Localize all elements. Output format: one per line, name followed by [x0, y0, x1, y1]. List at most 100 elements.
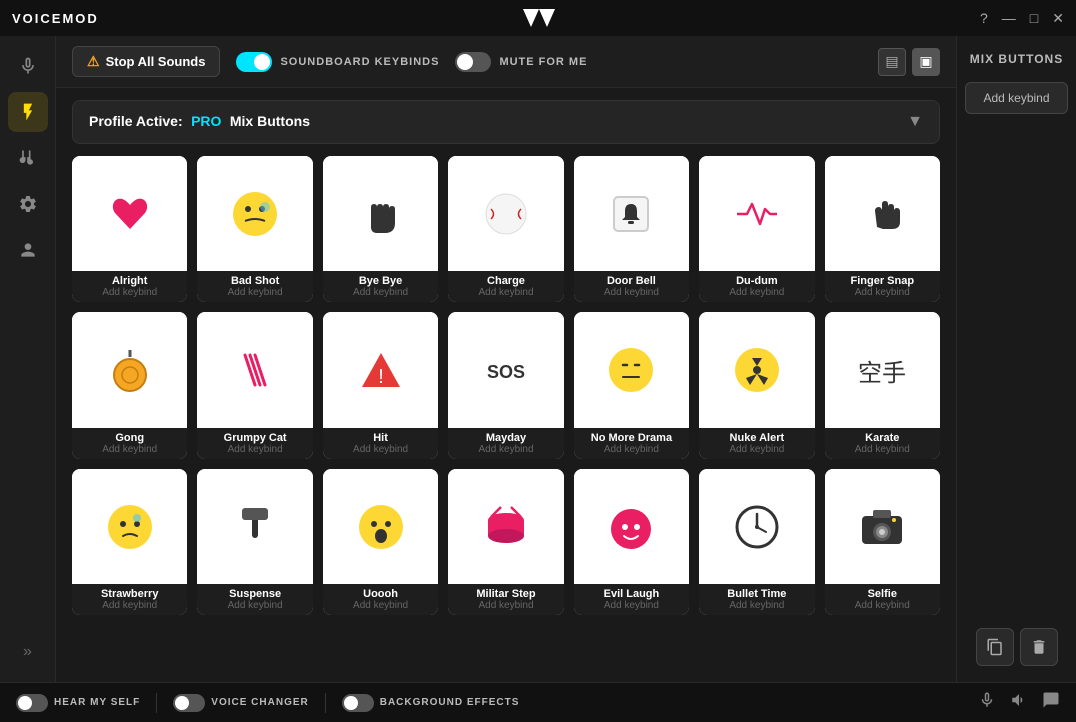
sound-card-keybind[interactable]: Add keybind	[78, 444, 181, 455]
sound-card[interactable]: Strawberry Add keybind	[72, 469, 187, 615]
sound-card[interactable]: Charge Add keybind	[448, 156, 563, 302]
sound-card[interactable]: Bad Shot Add keybind	[197, 156, 312, 302]
sound-card[interactable]: Gong Add keybind	[72, 312, 187, 458]
hear-myself-thumb	[18, 696, 32, 710]
volume-bottom-icon[interactable]	[1010, 691, 1028, 714]
sound-card-keybind[interactable]: Add keybind	[454, 600, 557, 611]
sound-card[interactable]: 空手 Karate Add keybind	[825, 312, 940, 458]
sound-card-info: Militar Step Add keybind	[448, 584, 563, 615]
sound-card-name: Selfie	[831, 588, 934, 600]
close-icon[interactable]: ✕	[1052, 10, 1064, 27]
stop-all-sounds-button[interactable]: ⚠ Stop All Sounds	[72, 46, 220, 77]
sound-card[interactable]: Alright Add keybind	[72, 156, 187, 302]
sound-card[interactable]: Grumpy Cat Add keybind	[197, 312, 312, 458]
delete-button[interactable]	[1020, 628, 1058, 666]
background-effects-label: BACKGROUND EFFECTS	[380, 697, 520, 708]
sound-card-keybind[interactable]: Add keybind	[203, 287, 306, 298]
soundboard-keybinds-toggle[interactable]	[236, 52, 272, 72]
sound-card-keybind[interactable]: Add keybind	[831, 444, 934, 455]
background-effects-group: BACKGROUND EFFECTS	[342, 694, 520, 712]
sound-card[interactable]: Uoooh Add keybind	[323, 469, 438, 615]
sound-card-name: Militar Step	[454, 588, 557, 600]
sound-card[interactable]: Suspense Add keybind	[197, 469, 312, 615]
sound-card-keybind[interactable]: Add keybind	[454, 287, 557, 298]
sound-card-keybind[interactable]: Add keybind	[705, 287, 808, 298]
sound-card[interactable]: SOS Mayday Add keybind	[448, 312, 563, 458]
title-bar: VOICEMOD ? — □ ✕	[0, 0, 1076, 36]
sound-card-name: Alright	[78, 275, 181, 287]
sound-card[interactable]: Militar Step Add keybind	[448, 469, 563, 615]
hear-myself-group: HEAR MY SELF	[16, 694, 140, 712]
view-buttons: ▤ ▣	[878, 48, 940, 76]
sound-card-keybind[interactable]: Add keybind	[203, 444, 306, 455]
maximize-icon[interactable]: □	[1030, 10, 1038, 26]
voice-changer-toggle[interactable]	[173, 694, 205, 712]
sound-card-keybind[interactable]: Add keybind	[78, 287, 181, 298]
sound-card-keybind[interactable]: Add keybind	[580, 600, 683, 611]
mute-for-me-toggle[interactable]	[455, 52, 491, 72]
minimize-icon[interactable]: —	[1002, 10, 1016, 26]
sound-card[interactable]: Door Bell Add keybind	[574, 156, 689, 302]
sound-card-name: Nuke Alert	[705, 432, 808, 444]
sound-card[interactable]: Nuke Alert Add keybind	[699, 312, 814, 458]
sound-card-info: Mayday Add keybind	[448, 428, 563, 459]
sound-card-name: Grumpy Cat	[203, 432, 306, 444]
sound-card-keybind[interactable]: Add keybind	[831, 287, 934, 298]
sound-card-info: Finger Snap Add keybind	[825, 271, 940, 302]
sound-card-keybind[interactable]: Add keybind	[580, 287, 683, 298]
main-layout: » ⚠ Stop All Sounds SOUNDBOARD KEYBINDS …	[0, 36, 1076, 682]
sound-card[interactable]: Finger Snap Add keybind	[825, 156, 940, 302]
sound-card[interactable]: Du-dum Add keybind	[699, 156, 814, 302]
sound-card-keybind[interactable]: Add keybind	[705, 600, 808, 611]
sound-card-keybind[interactable]: Add keybind	[454, 444, 557, 455]
profile-active-text: Profile Active:	[89, 113, 183, 129]
title-bar-vm-logo	[523, 9, 555, 27]
chat-bottom-icon[interactable]	[1042, 691, 1060, 714]
sound-card-name: Uoooh	[329, 588, 432, 600]
profile-bar[interactable]: Profile Active: PRO Mix Buttons ▼	[72, 100, 940, 144]
sound-card-keybind[interactable]: Add keybind	[78, 600, 181, 611]
list-view-button[interactable]: ▣	[912, 48, 940, 76]
voice-changer-group: VOICE CHANGER	[173, 694, 308, 712]
sound-card-keybind[interactable]: Add keybind	[329, 600, 432, 611]
sound-card-keybind[interactable]: Add keybind	[580, 444, 683, 455]
sidebar-item-profile[interactable]	[8, 230, 48, 270]
sound-card[interactable]: No More Drama Add keybind	[574, 312, 689, 458]
help-icon[interactable]: ?	[980, 10, 988, 26]
copy-button[interactable]	[976, 628, 1014, 666]
sound-card-info: Hit Add keybind	[323, 428, 438, 459]
sound-card-keybind[interactable]: Add keybind	[203, 600, 306, 611]
sound-card[interactable]: Bullet Time Add keybind	[699, 469, 814, 615]
sound-card[interactable]: Selfie Add keybind	[825, 469, 940, 615]
bottom-right-icons	[978, 691, 1060, 714]
right-panel-title: MIX BUTTONS	[970, 52, 1063, 66]
sound-card[interactable]: Evil Laugh Add keybind	[574, 469, 689, 615]
sound-card-info: Karate Add keybind	[825, 428, 940, 459]
sidebar-item-soundboard[interactable]	[8, 92, 48, 132]
sound-card-image: 空手	[825, 312, 940, 427]
divider-2	[325, 693, 326, 713]
hear-myself-toggle[interactable]	[16, 694, 48, 712]
sound-card-info: No More Drama Add keybind	[574, 428, 689, 459]
sound-card[interactable]: ! Hit Add keybind	[323, 312, 438, 458]
sidebar-expand-button[interactable]: »	[8, 632, 48, 672]
sidebar-item-lab[interactable]	[8, 138, 48, 178]
sidebar-item-settings[interactable]	[8, 184, 48, 224]
sound-card-image	[323, 469, 438, 584]
sound-card-keybind[interactable]: Add keybind	[705, 444, 808, 455]
sound-card-image	[323, 156, 438, 271]
sidebar-item-microphone[interactable]	[8, 46, 48, 86]
sound-card-keybind[interactable]: Add keybind	[329, 444, 432, 455]
add-keybind-button[interactable]: Add keybind	[965, 82, 1068, 114]
sound-card-name: Bye Bye	[329, 275, 432, 287]
sound-card[interactable]: Bye Bye Add keybind	[323, 156, 438, 302]
grid-view-button[interactable]: ▤	[878, 48, 906, 76]
sound-card-keybind[interactable]: Add keybind	[831, 600, 934, 611]
sound-card-image	[72, 312, 187, 427]
sound-card-name: Suspense	[203, 588, 306, 600]
background-effects-toggle[interactable]	[342, 694, 374, 712]
sound-card-info: Bad Shot Add keybind	[197, 271, 312, 302]
sound-card-keybind[interactable]: Add keybind	[329, 287, 432, 298]
mic-bottom-icon[interactable]	[978, 691, 996, 714]
sound-card-info: Charge Add keybind	[448, 271, 563, 302]
